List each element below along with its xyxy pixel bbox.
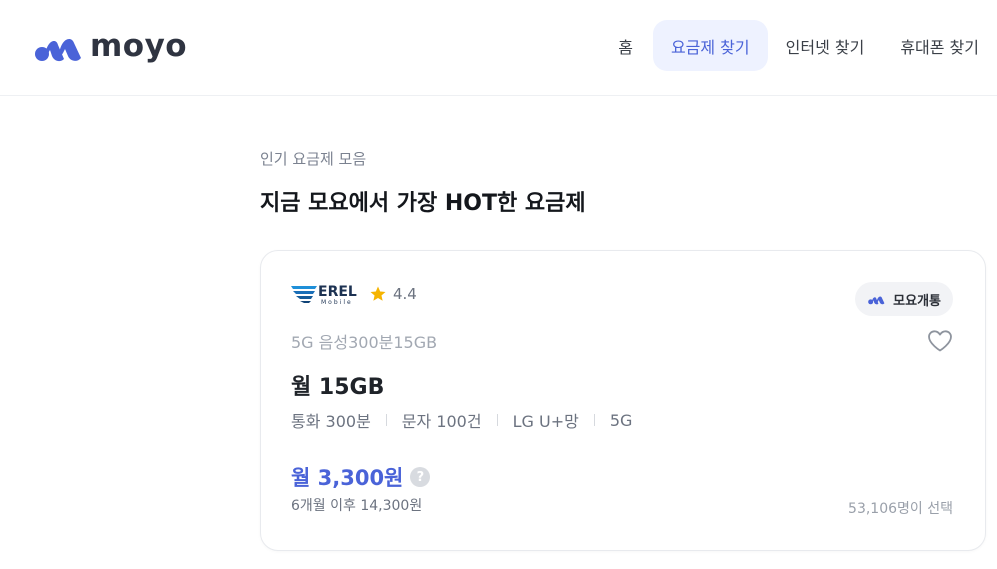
spec-network: LG U+망 [512, 412, 579, 431]
spec-call: 통화 300분 [291, 412, 371, 431]
site-header: moyo 홈 요금제 찾기 인터넷 찾기 휴대폰 찾기 [0, 0, 997, 96]
plan-specs: 통화 300분 문자 100건 LG U+망 5G [291, 408, 632, 432]
plan-card[interactable]: EREL Mobile 4.4 모요개통 5G 음성300분15GB 월 15G… [260, 250, 986, 551]
mvno-brand: EREL Mobile 4.4 [291, 282, 417, 306]
heart-icon[interactable] [927, 329, 953, 353]
plan-price: 월 3,300원 ? [291, 462, 431, 492]
moyo-logo-icon [868, 296, 885, 305]
rating-value: 4.4 [393, 285, 417, 303]
star-icon [370, 286, 386, 301]
nav-phone-search[interactable]: 휴대폰 찾기 [882, 20, 997, 71]
nav-plan-search[interactable]: 요금제 찾기 [652, 20, 768, 71]
main-nav: 홈 요금제 찾기 인터넷 찾기 휴대폰 찾기 [598, 20, 997, 71]
help-icon[interactable]: ? [410, 467, 431, 487]
svg-text:EREL: EREL [318, 284, 357, 300]
spec-divider [593, 414, 595, 426]
svg-text:Mobile: Mobile [321, 299, 353, 306]
moyo-open-badge: 모요개통 [855, 282, 953, 316]
plan-data-amount: 월 15GB [291, 375, 385, 400]
nav-internet-search[interactable]: 인터넷 찾기 [768, 20, 883, 71]
spec-sms: 문자 100건 [401, 412, 482, 431]
selected-count: 53,106명이 선택 [848, 501, 953, 517]
rating: 4.4 [369, 285, 417, 303]
section-subtitle: 인기 요금제 모음 [260, 150, 367, 168]
price-after-discount: 6개월 이후 14,300원 [291, 498, 423, 514]
badge-label: 모요개통 [893, 293, 941, 309]
logo-text: moyo [90, 27, 188, 64]
plan-name: 5G 음성300분15GB [291, 333, 438, 352]
spec-divider [385, 414, 387, 426]
mvno-logo: EREL Mobile [291, 282, 365, 306]
moyo-logo[interactable]: moyo [34, 28, 187, 64]
spec-divider [496, 414, 498, 426]
nav-home[interactable]: 홈 [598, 20, 653, 71]
spec-generation: 5G [609, 410, 633, 430]
section-title: 지금 모요에서 가장 HOT한 요금제 [260, 191, 586, 216]
price-value: 월 3,300원 [291, 466, 404, 490]
moyo-logo-icon [35, 39, 81, 62]
